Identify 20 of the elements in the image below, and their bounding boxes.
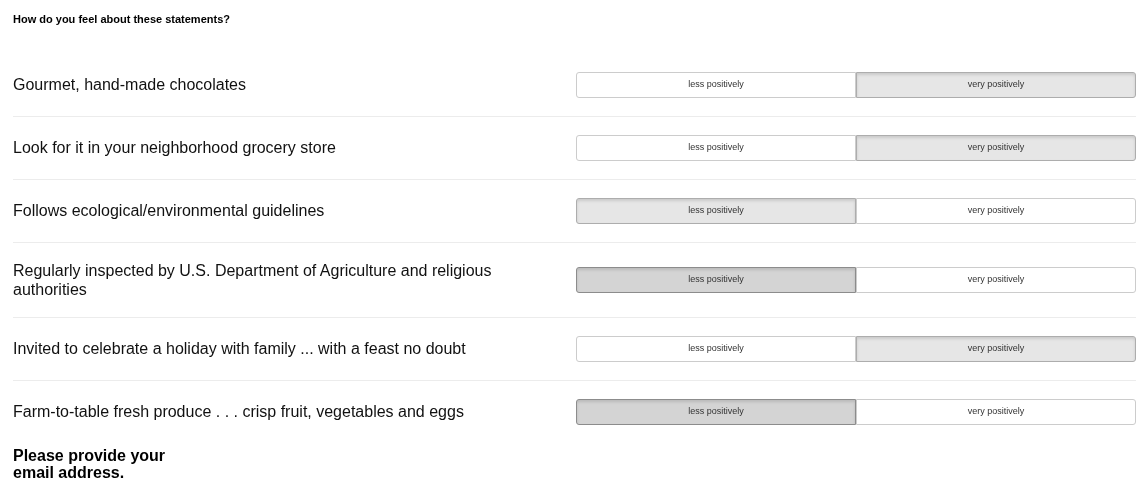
choice-button[interactable]: very positively xyxy=(856,197,1136,224)
choice-button[interactable]: very positively xyxy=(856,398,1136,425)
statement-label: Farm-to-table fresh produce . . . crisp fruit, vegetables and eggs xyxy=(13,403,464,420)
choice-button[interactable]: less positively xyxy=(576,197,856,224)
choice-button[interactable]: less positively xyxy=(576,71,856,98)
choice-button[interactable]: very positively xyxy=(856,266,1136,293)
choice-button[interactable]: very positively xyxy=(856,134,1136,161)
statement-label: Look for it in your neighborhood grocery store xyxy=(13,139,336,156)
statement-label: Regularly inspected by U.S. Department of Agriculture and religious authorities xyxy=(13,261,492,298)
choice-button[interactable]: less positively xyxy=(576,398,856,425)
question-heading: How do you feel about these statements? xyxy=(13,12,230,27)
statement-label: Follows ecological/environmental guidelines xyxy=(13,202,325,219)
statement-label: Gourmet, hand-made chocolates xyxy=(13,76,246,93)
choice-button[interactable]: very positively xyxy=(856,71,1136,98)
email-prompt: Please provide your email address. xyxy=(13,446,167,481)
choice-button[interactable]: less positively xyxy=(576,266,856,293)
statement-label: Invited to celebrate a holiday with family ... with a feast no doubt xyxy=(13,340,466,357)
choice-button[interactable]: very positively xyxy=(856,335,1136,362)
choice-button[interactable]: less positively xyxy=(576,134,856,161)
choice-button[interactable]: less positively xyxy=(576,335,856,362)
